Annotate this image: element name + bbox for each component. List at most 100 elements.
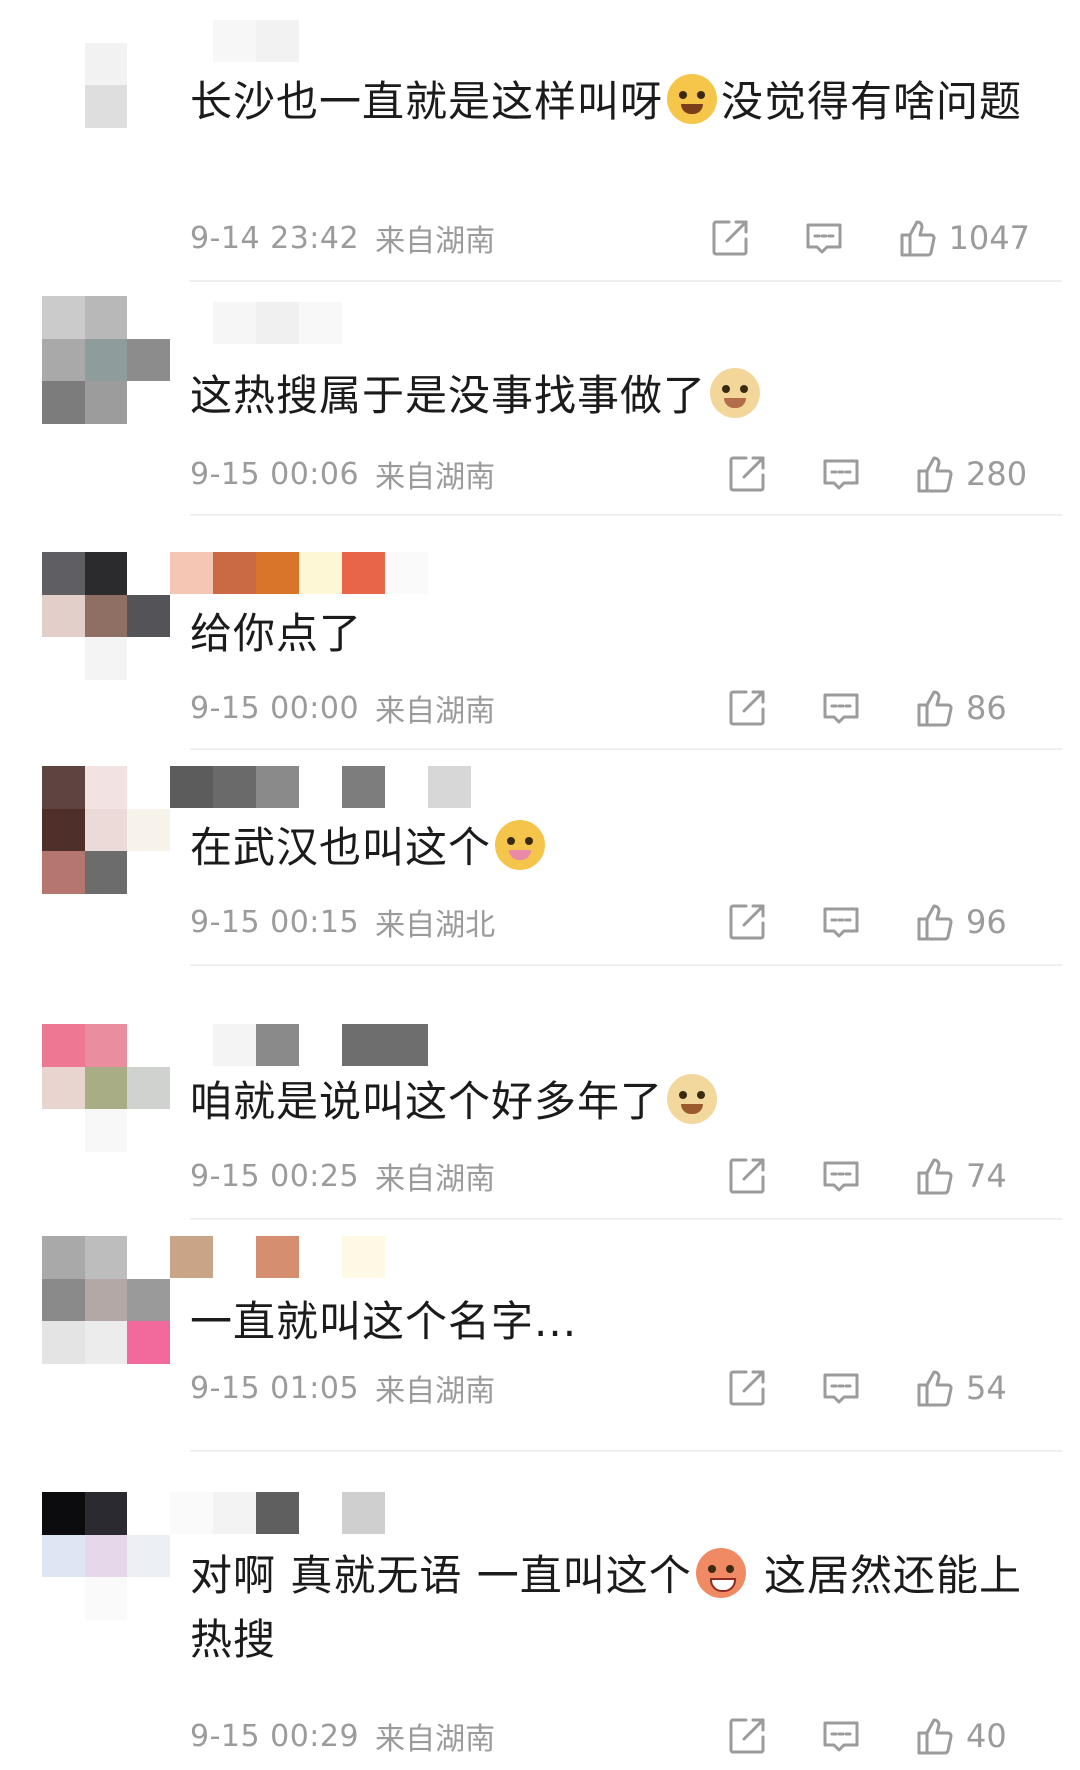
reply-icon[interactable] bbox=[820, 1367, 862, 1409]
comment-text: 给你点了 bbox=[190, 609, 363, 658]
avatar[interactable] bbox=[42, 296, 170, 424]
username[interactable] bbox=[170, 1492, 385, 1534]
laughing-crying-emoji bbox=[667, 74, 718, 124]
avatar-mosaic-tile bbox=[84, 1492, 128, 1535]
username-mosaic-tile bbox=[256, 766, 299, 808]
location: 来自湖南 bbox=[375, 1722, 496, 1757]
avatar[interactable] bbox=[42, 1024, 170, 1152]
reply-icon[interactable] bbox=[820, 901, 862, 943]
avatar-mosaic-tile bbox=[84, 1321, 128, 1364]
avatar-mosaic-tile bbox=[84, 1534, 128, 1578]
avatar-mosaic-tile bbox=[42, 808, 85, 852]
avatar-mosaic-tile bbox=[42, 1577, 85, 1620]
username-mosaic-tile bbox=[299, 20, 342, 62]
like-icon[interactable] bbox=[914, 1715, 956, 1757]
divider bbox=[190, 748, 1062, 750]
username-mosaic-tile bbox=[342, 302, 385, 344]
username-mosaic-tile bbox=[299, 552, 342, 594]
avatar-mosaic-tile bbox=[42, 1492, 85, 1535]
username-mosaic-tile bbox=[256, 1492, 299, 1534]
share-icon[interactable] bbox=[726, 1367, 768, 1409]
avatar[interactable] bbox=[42, 1236, 170, 1364]
location: 来自湖南 bbox=[375, 224, 496, 259]
location: 来自湖北 bbox=[375, 908, 496, 943]
share-icon[interactable] bbox=[709, 217, 751, 259]
avatar-mosaic-tile bbox=[84, 381, 128, 424]
username[interactable] bbox=[170, 552, 428, 594]
like-icon[interactable] bbox=[914, 1367, 956, 1409]
reply-icon[interactable] bbox=[820, 1715, 862, 1757]
comment-meta: 9-14 23:42 来自湖南 1047 bbox=[190, 216, 1030, 260]
avatar-mosaic-tile bbox=[127, 296, 170, 339]
flower-hug-emoji bbox=[495, 820, 546, 870]
username[interactable] bbox=[170, 20, 342, 62]
avatar-mosaic-tile bbox=[42, 594, 85, 638]
avatar-mosaic-tile bbox=[127, 1321, 170, 1364]
divider bbox=[190, 280, 1062, 282]
like-icon[interactable] bbox=[897, 217, 939, 259]
username[interactable] bbox=[170, 766, 471, 808]
avatar-mosaic-tile bbox=[84, 42, 128, 86]
like-icon[interactable] bbox=[914, 1155, 956, 1197]
username-mosaic-tile bbox=[428, 766, 471, 808]
avatar-mosaic-tile bbox=[42, 338, 85, 382]
avatar-mosaic-tile bbox=[42, 85, 85, 128]
username-mosaic-tile bbox=[385, 552, 428, 594]
username-mosaic-tile bbox=[170, 552, 213, 594]
like-icon[interactable] bbox=[914, 453, 956, 495]
doge-emoji bbox=[667, 1074, 718, 1124]
avatar[interactable] bbox=[42, 552, 170, 680]
avatar-mosaic-tile bbox=[42, 637, 85, 680]
grinning-sweat-emoji bbox=[695, 1548, 746, 1598]
username[interactable] bbox=[170, 1024, 428, 1066]
location: 来自湖南 bbox=[375, 460, 496, 495]
username[interactable] bbox=[170, 302, 428, 344]
username[interactable] bbox=[170, 1236, 385, 1278]
username-mosaic-tile bbox=[170, 766, 213, 808]
avatar-mosaic-tile bbox=[84, 85, 128, 128]
avatar-mosaic-tile bbox=[127, 85, 170, 128]
avatar-mosaic-tile bbox=[42, 1278, 85, 1322]
timestamp: 9-15 00:15 bbox=[190, 904, 360, 940]
username-mosaic-tile bbox=[213, 1236, 256, 1278]
reply-icon[interactable] bbox=[803, 217, 845, 259]
avatar[interactable] bbox=[42, 1492, 170, 1620]
username-mosaic-tile bbox=[170, 1492, 213, 1534]
username-mosaic-tile bbox=[256, 552, 299, 594]
avatar[interactable] bbox=[42, 0, 170, 128]
avatar-mosaic-tile bbox=[84, 594, 128, 638]
timestamp: 9-15 00:00 bbox=[190, 690, 360, 726]
avatar-mosaic-tile bbox=[84, 851, 128, 894]
reply-icon[interactable] bbox=[820, 1155, 862, 1197]
like-icon[interactable] bbox=[914, 901, 956, 943]
avatar-mosaic-tile bbox=[127, 637, 170, 680]
avatar-mosaic-tile bbox=[127, 1024, 170, 1067]
username-mosaic-tile bbox=[213, 552, 256, 594]
avatar-mosaic-tile bbox=[84, 808, 128, 852]
avatar-mosaic-tile bbox=[127, 1109, 170, 1152]
username-mosaic-tile bbox=[342, 766, 385, 808]
share-icon[interactable] bbox=[726, 453, 768, 495]
username-mosaic-tile bbox=[213, 20, 256, 62]
avatar-mosaic-tile bbox=[127, 851, 170, 894]
share-icon[interactable] bbox=[726, 1155, 768, 1197]
divider bbox=[190, 964, 1062, 966]
username-mosaic-tile bbox=[385, 1024, 428, 1066]
share-icon[interactable] bbox=[726, 901, 768, 943]
reply-icon[interactable] bbox=[820, 453, 862, 495]
reply-icon[interactable] bbox=[820, 687, 862, 729]
avatar-mosaic-tile bbox=[42, 851, 85, 894]
divider bbox=[190, 1218, 1062, 1220]
avatar[interactable] bbox=[42, 766, 170, 894]
share-icon[interactable] bbox=[726, 1715, 768, 1757]
comment-text: 这热搜属于是没事找事做了 bbox=[190, 364, 1030, 428]
avatar-mosaic-tile bbox=[127, 338, 170, 382]
like-count: 74 bbox=[966, 1157, 1007, 1195]
avatar-mosaic-tile bbox=[127, 1577, 170, 1620]
share-icon[interactable] bbox=[726, 687, 768, 729]
like-icon[interactable] bbox=[914, 687, 956, 729]
timestamp: 9-15 00:29 bbox=[190, 1718, 360, 1754]
avatar-mosaic-tile bbox=[42, 1321, 85, 1364]
username-mosaic-tile bbox=[299, 766, 342, 808]
timestamp: 9-15 00:06 bbox=[190, 456, 360, 492]
